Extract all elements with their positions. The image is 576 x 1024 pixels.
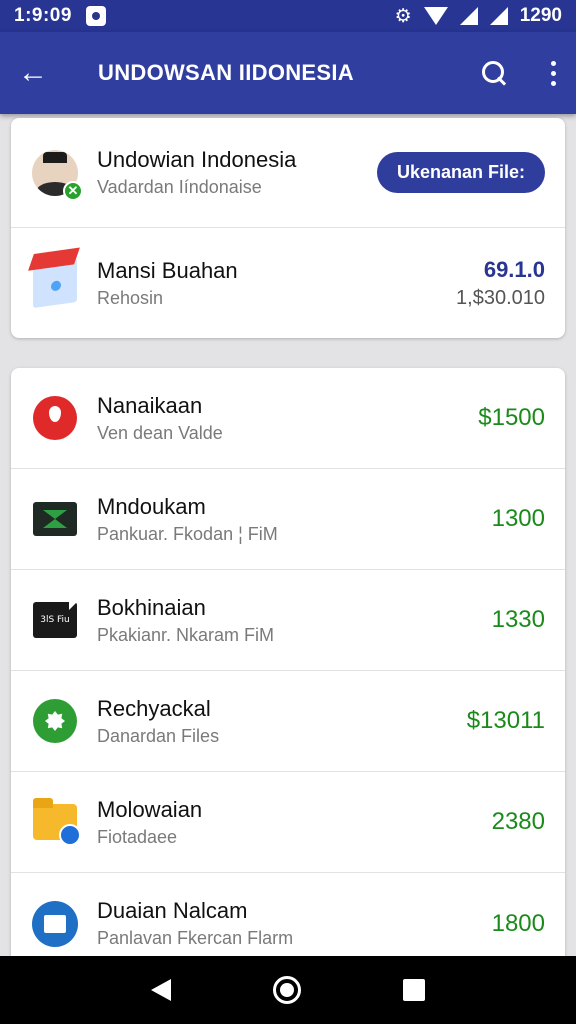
list-item[interactable]: Duaian Nalcam Panlavan Fkercan Flarm 180… <box>11 873 565 968</box>
list-item-subtitle: Danardan Files <box>97 725 220 746</box>
summary-amounts: 69.1.0 1,$30.010 <box>456 257 545 310</box>
nav-home-icon[interactable] <box>273 976 301 1004</box>
folder-blue-icon <box>32 900 78 947</box>
list-item-subtitle: Pankuar. Fkodan ¦ FiM <box>97 523 278 544</box>
list-item-title: Molowaian <box>97 796 203 822</box>
notification-icon <box>85 6 106 26</box>
open-file-button[interactable]: Ukenanan File: <box>376 152 545 193</box>
wifi-icon <box>423 7 448 25</box>
list-item-title: Mndoukam <box>97 493 206 519</box>
list-item-amount: 1800 <box>491 909 545 937</box>
film-icon: 3lS Fiu <box>33 602 77 638</box>
list-item-title: Rechyackal <box>97 695 211 721</box>
screen-icon <box>33 502 77 536</box>
nav-recents-icon[interactable] <box>403 979 425 1001</box>
summary-row[interactable]: Mansi Buahan Rehosin 69.1.0 1,$30.010 <box>11 228 565 338</box>
list-item-subtitle: Panlavan Fkercan Flarm <box>97 928 294 948</box>
alarm-icon: ⚙ <box>394 5 412 27</box>
page-title: UNDOWSAN IIDONESIA <box>98 60 354 85</box>
system-nav-bar <box>0 956 576 1024</box>
battery-level: 1290 <box>519 5 562 26</box>
status-icons: ⚙ 1290 <box>395 5 562 27</box>
summary-amount-secondary: 1,$30.010 <box>456 286 545 309</box>
list-item[interactable]: Molowaian Fiotadaee 2380 <box>11 772 565 873</box>
list-item-title: Bokhinaian <box>97 594 206 620</box>
summary-subtitle: Rehosin <box>97 287 164 308</box>
more-vert-icon[interactable] <box>548 60 558 86</box>
status-time: 1:9:09 <box>14 5 72 26</box>
list-item-amount: 2380 <box>491 808 545 835</box>
app-actions <box>480 59 558 87</box>
profile-subtitle: Vadardan Iíndonaise <box>97 177 262 197</box>
summary-title: Mansi Buahan <box>97 257 238 283</box>
list-item[interactable]: Nanaikaan Ven dean Valde $1500 <box>11 368 565 469</box>
box-icon-wrap <box>31 257 79 309</box>
app-bar: ← UNDOWSAN IIDONESIA <box>0 32 576 114</box>
list-item[interactable]: Mndoukam Pankuar. Fkodan ¦ FiM 1300 <box>11 469 565 570</box>
list-item[interactable]: 3lS Fiu Bokhinaian Pkakianr. Nkaram FiM … <box>11 570 565 671</box>
list-item-amount: $1500 <box>478 404 545 431</box>
profile-name: Undowian Indonesia <box>97 147 297 172</box>
list-item[interactable]: Rechyackal Danardan Files $13011 <box>11 671 565 772</box>
folder-icon <box>33 798 81 846</box>
list-item-title: Duaian Nalcam <box>97 898 248 923</box>
profile-text: Undowian Indonesia Vadardan Iíndonaise <box>97 147 377 198</box>
avatar: ✕ <box>31 149 83 201</box>
list-item-subtitle: Pkakianr. Nkaram FiM <box>97 624 275 645</box>
file-list-card: Nanaikaan Ven dean Valde $1500 Mndoukam … <box>11 368 565 968</box>
list-item-subtitle: Fiotadaee <box>97 826 178 847</box>
list-item-amount: $13011 <box>466 707 545 734</box>
list-item-title: Nanaikaan <box>97 392 203 418</box>
verified-check-icon: ✕ <box>63 180 83 201</box>
signal-full-icon <box>489 7 508 25</box>
list-item-subtitle: Ven dean Valde <box>97 422 223 443</box>
signal-icon <box>459 7 478 25</box>
nav-back-icon[interactable] <box>151 979 171 1001</box>
status-bar: 1:9:09 ⚙ 1290 <box>0 0 576 32</box>
box-icon <box>33 257 77 309</box>
summary-text: Mansi Buahan Rehosin <box>97 258 456 309</box>
pin-icon <box>33 396 77 440</box>
profile-card: ✕ Undowian Indonesia Vadardan Iíndonaise… <box>11 118 565 338</box>
list-item-amount: 1330 <box>491 606 545 633</box>
back-arrow-icon[interactable]: ← <box>18 56 62 90</box>
profile-row[interactable]: ✕ Undowian Indonesia Vadardan Iíndonaise… <box>11 118 565 228</box>
list-item-amount: 1300 <box>491 505 545 532</box>
summary-amount-primary: 69.1.0 <box>483 256 545 282</box>
search-icon[interactable] <box>480 59 508 87</box>
gear-icon <box>33 699 77 743</box>
